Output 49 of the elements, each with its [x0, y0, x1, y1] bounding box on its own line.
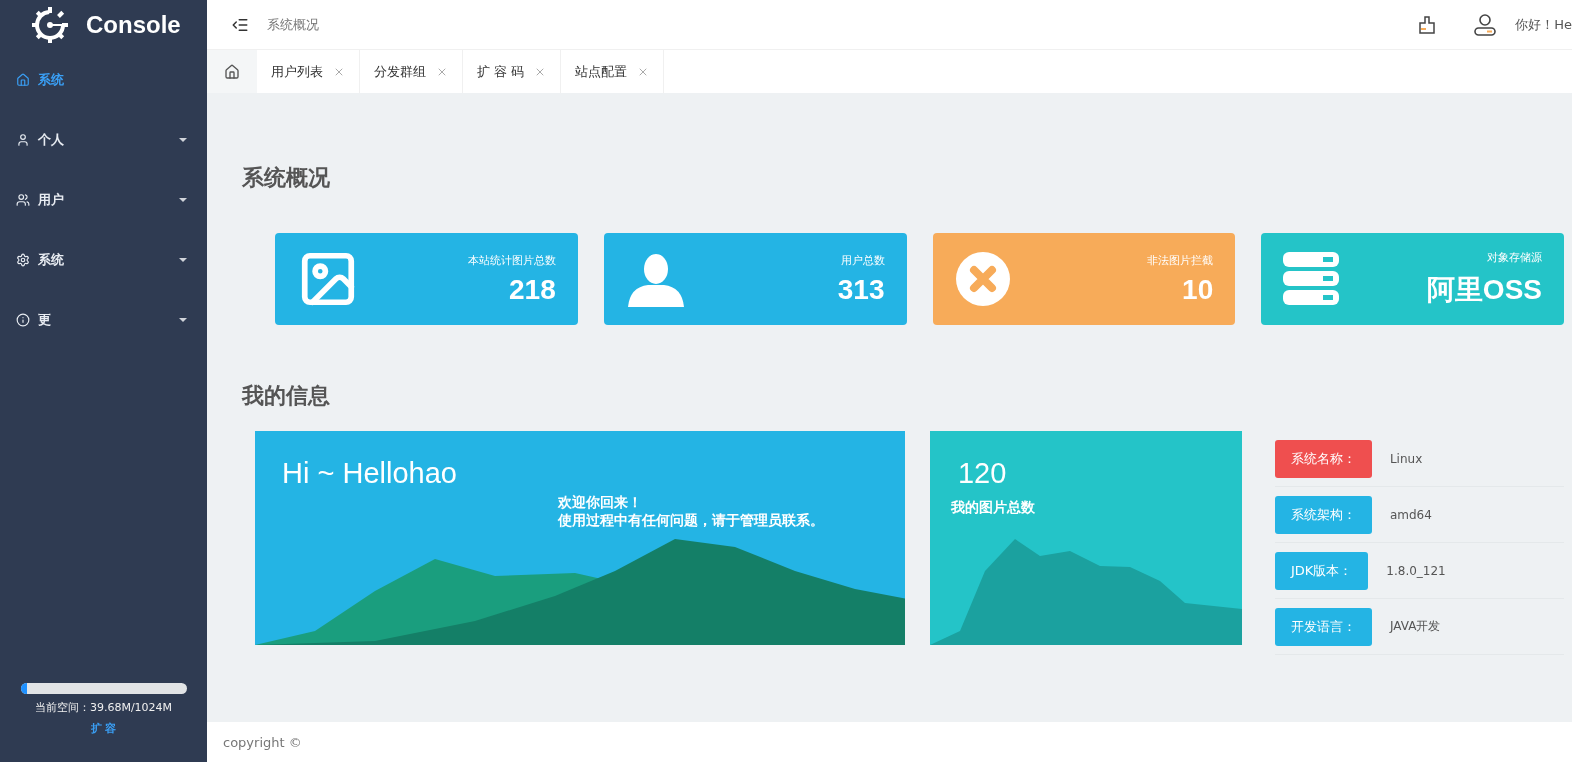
- info-value: amd64: [1389, 507, 1432, 522]
- sidebar-item[interactable]: 用户: [0, 170, 207, 230]
- section-title: 我的信息: [242, 382, 331, 410]
- tab[interactable]: 站点配置: [561, 50, 665, 93]
- user-icon[interactable]: [1473, 12, 1498, 37]
- info-value: 1.8.0_121: [1386, 563, 1446, 578]
- brush-icon[interactable]: [1417, 14, 1438, 35]
- image-count: 120: [957, 457, 1007, 490]
- stat-label: 本站统计图片总数: [467, 252, 556, 268]
- image-count-label: 我的图片总数: [950, 499, 1035, 517]
- page-title: 系统概况: [267, 15, 320, 34]
- welcome-message: 欢迎你回来！ 使用过程中有任何问题，请于管理员联系。: [558, 493, 824, 529]
- info-value: Linux: [1389, 451, 1423, 466]
- stat-label: 非法图片拦截: [1147, 252, 1214, 268]
- brand-name: Console: [86, 11, 181, 39]
- stat-label: 用户总数: [840, 252, 885, 268]
- stat-value: 313: [837, 273, 885, 306]
- home-icon: [224, 63, 240, 80]
- sidebar-item[interactable]: 个人: [0, 110, 207, 170]
- home-icon: [16, 73, 30, 87]
- section-title: 系统概况: [242, 164, 331, 192]
- user-icon: [16, 133, 30, 147]
- tab[interactable]: 用户列表: [257, 50, 360, 93]
- cross-circle-icon: [954, 251, 1011, 307]
- info-icon: [16, 313, 30, 327]
- sidebar-item[interactable]: 系统: [0, 230, 207, 290]
- home-tab[interactable]: [207, 50, 257, 93]
- info-label: 系统名称：: [1274, 439, 1372, 478]
- stat-value: 10: [1182, 273, 1214, 306]
- sidebar-item[interactable]: 更: [0, 290, 207, 350]
- greeting-title: Hi ~ Hellohao: [282, 457, 457, 490]
- sidebar-item[interactable]: 系统: [0, 50, 207, 110]
- expand-link[interactable]: 扩 容: [90, 721, 117, 736]
- copyright-text: copyright ©: [223, 734, 302, 750]
- stat-value: 218: [509, 273, 556, 306]
- settings-icon: [16, 253, 30, 267]
- greeting-text: 你好！He: [1515, 15, 1572, 34]
- stat-value: 阿里OSS: [1426, 272, 1542, 307]
- tab[interactable]: 分发群组: [360, 50, 463, 93]
- stat-label: 对象存储源: [1487, 249, 1542, 265]
- users-icon: [16, 193, 30, 207]
- tab[interactable]: 扩 容 码: [463, 50, 562, 93]
- info-label: 系统架构：: [1274, 495, 1372, 534]
- server-icon: [1283, 252, 1340, 306]
- info-label: JDK版本：: [1274, 551, 1369, 590]
- info-label: 开发语言：: [1274, 607, 1372, 646]
- gear-logo-icon: [32, 7, 68, 43]
- info-value: JAVA开发: [1389, 618, 1441, 635]
- storage-reading: 当前空间：39.68M/1024M: [34, 700, 173, 715]
